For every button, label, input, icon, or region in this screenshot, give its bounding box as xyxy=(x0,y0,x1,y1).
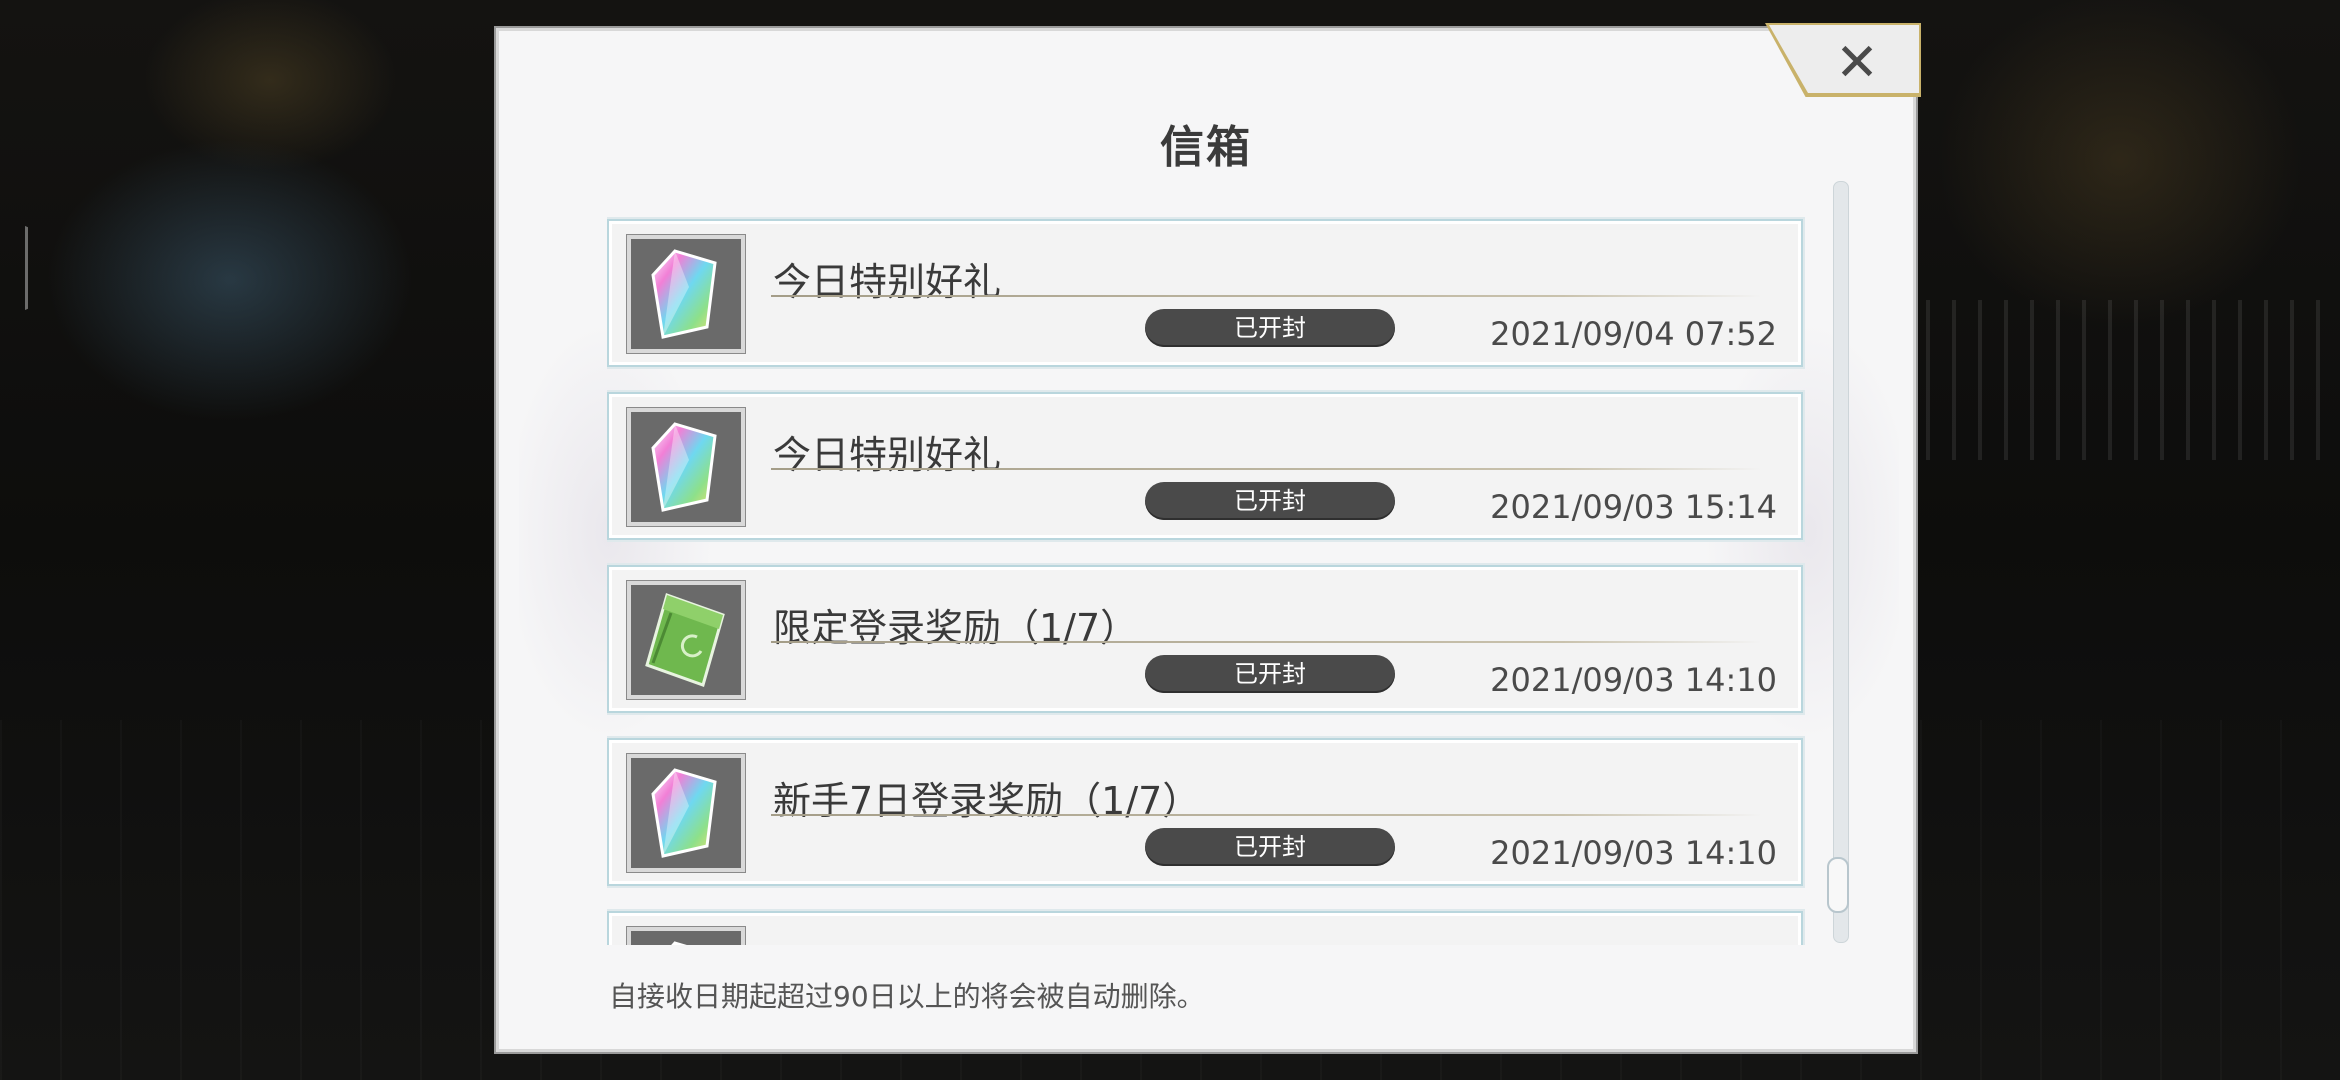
scrollbar-thumb[interactable] xyxy=(1827,857,1849,913)
mailbox-dialog: ✕ 信箱 今日特别好礼 已开封 2021/09/04 07:52 今日特别好礼 … xyxy=(496,23,1921,1052)
title-divider xyxy=(771,814,1761,816)
mail-title: 限定登录奖励（1/7） xyxy=(773,606,1139,650)
title-divider xyxy=(771,468,1761,470)
status-badge: 已开封 xyxy=(1145,309,1395,347)
status-badge: 已开封 xyxy=(1145,655,1395,693)
green-ticket-icon xyxy=(627,581,745,699)
mail-title: 今日特别好礼 xyxy=(773,433,1002,477)
mail-title: 今日特别好礼 xyxy=(773,260,1002,304)
dialog-title: 信箱 xyxy=(1160,122,1252,173)
status-badge: 已开封 xyxy=(1145,482,1395,520)
title-divider xyxy=(771,641,1761,643)
status-badge: 已开封 xyxy=(1145,828,1395,866)
mail-item[interactable]: 限定登录奖励（1/7） 已开封 2021/09/03 14:10 xyxy=(607,565,1803,713)
title-divider xyxy=(771,295,1761,297)
rainbow-crystal-icon xyxy=(627,754,745,872)
mail-item-partial[interactable] xyxy=(607,911,1803,945)
mail-item[interactable]: 今日特别好礼 已开封 2021/09/03 15:14 xyxy=(607,392,1803,540)
rainbow-crystal-icon xyxy=(627,927,745,945)
mail-date: 2021/09/04 07:52 xyxy=(1490,315,1777,353)
mail-title: 新手7日登录奖励（1/7） xyxy=(773,779,1201,823)
mail-date: 2021/09/03 14:10 xyxy=(1490,661,1777,699)
mail-date: 2021/09/03 15:14 xyxy=(1490,488,1777,526)
auto-delete-note: 自接收日期起超过90日以上的将会被自动删除。 xyxy=(609,980,1205,1013)
rainbow-crystal-icon xyxy=(627,408,745,526)
mail-item[interactable]: 今日特别好礼 已开封 2021/09/04 07:52 xyxy=(607,219,1803,367)
mail-item[interactable]: 新手7日登录奖励（1/7） 已开封 2021/09/03 14:10 xyxy=(607,738,1803,886)
rainbow-crystal-icon xyxy=(627,235,745,353)
mail-list[interactable]: 今日特别好礼 已开封 2021/09/04 07:52 今日特别好礼 已开封 2… xyxy=(607,185,1807,945)
scrollbar-track[interactable] xyxy=(1833,181,1849,943)
mail-date: 2021/09/03 14:10 xyxy=(1490,834,1777,872)
background-fence xyxy=(1900,300,2340,460)
close-icon[interactable]: ✕ xyxy=(1829,35,1885,91)
